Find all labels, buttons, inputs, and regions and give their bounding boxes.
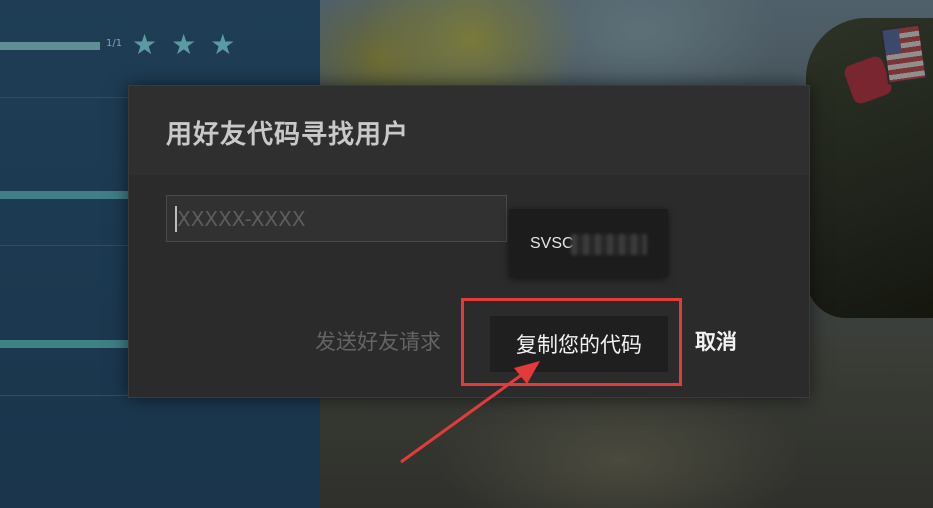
star-icon: ★ — [210, 28, 236, 61]
dialog-header: 用好友代码寻找用户 — [129, 86, 809, 175]
your-friend-code-tooltip: SVSC — [509, 209, 668, 277]
progress-count: 1/1 — [106, 38, 123, 49]
friend-code-text: SVSC — [530, 235, 574, 252]
flag-patch-icon — [880, 23, 928, 85]
friend-code-input[interactable] — [166, 195, 507, 242]
star-icon: ★ — [132, 28, 158, 61]
star-icon: ★ — [171, 28, 197, 61]
annotation-highlight-box — [461, 298, 682, 386]
progress-bar — [0, 42, 100, 50]
redacted-code — [571, 234, 647, 255]
star-rating: ★ ★ ★ — [132, 30, 235, 60]
text-caret — [175, 206, 177, 232]
cancel-button[interactable]: 取消 — [695, 326, 737, 356]
send-friend-request-button[interactable]: 发送好友请求 — [315, 326, 441, 356]
progress-row: 1/1 ★ ★ ★ — [0, 30, 320, 62]
dialog-title: 用好友代码寻找用户 — [166, 120, 410, 150]
